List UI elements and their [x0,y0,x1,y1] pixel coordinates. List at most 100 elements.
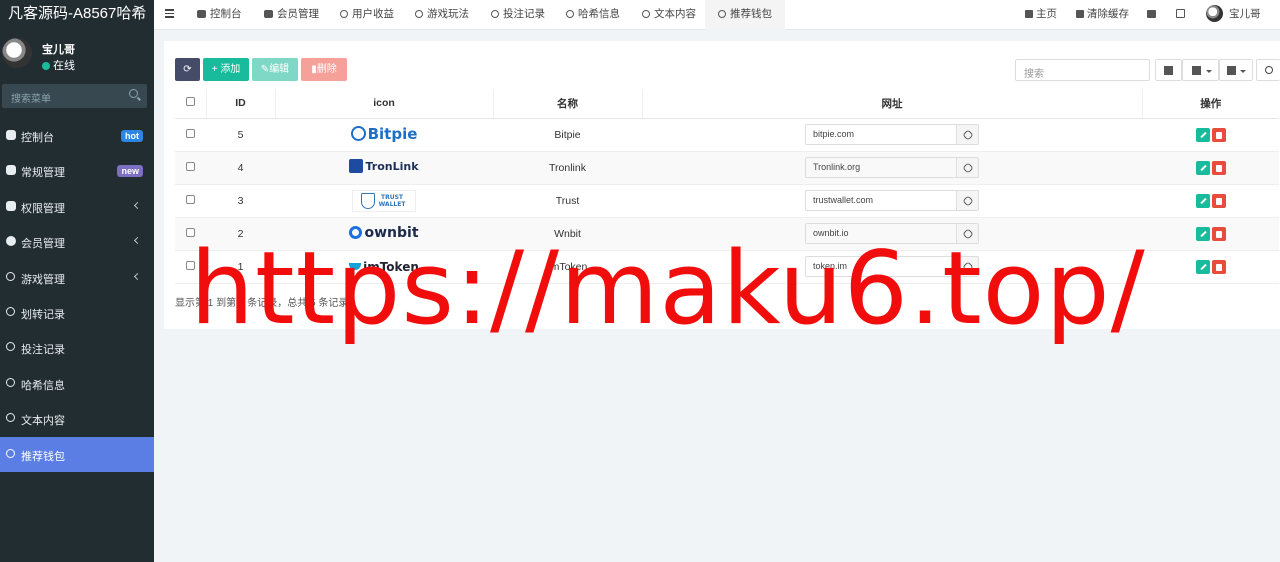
user-panel: 宝儿哥 在线 [0,30,154,76]
refresh-icon: ⟳ [183,64,192,75]
tab-hash-info[interactable]: 哈希信息 [566,0,620,30]
sidebar-item-permissions[interactable]: 权限管理 [0,189,154,224]
clear-cache-link[interactable]: 清除缓存 [1076,0,1129,30]
table-row: 3 TRUST WALLET Trust trustwallet.com [175,184,1279,218]
row-name: Bitpie [493,118,642,152]
row-id: 4 [206,151,275,185]
group-icon [6,200,16,211]
sidebar-item-members[interactable]: 会员管理 [0,224,154,259]
tronlink-logo-icon [349,159,364,173]
column-header-ops: 操作 [1142,89,1279,119]
edit-row-button[interactable] [1195,226,1210,241]
link-icon[interactable] [957,190,979,211]
menu-toggle-icon[interactable] [165,9,174,18]
circle-icon [566,10,574,18]
user-status: 在线 [42,57,75,73]
table-search-input[interactable]: 搜索 [1015,59,1150,81]
fullscreen-icon[interactable] [1176,0,1188,30]
circle-icon [6,413,15,423]
table-row: 5 Bitpie Bitpie bitpie.com [175,118,1279,152]
columns-button[interactable] [1182,59,1219,81]
sidebar-item-text-content[interactable]: 文本内容 [0,401,154,436]
caret-down-icon [1206,70,1212,73]
user-icon [264,10,273,18]
search-button[interactable] [1256,59,1280,81]
tab-dashboard[interactable]: 控制台 [197,0,242,30]
sidebar-item-games[interactable]: 游戏管理 [0,260,154,295]
link-icon[interactable] [957,124,979,145]
export-button[interactable] [1219,59,1253,81]
sidebar-item-wallets[interactable]: 推荐钱包 [0,436,154,472]
circle-icon [491,10,499,18]
delete-row-button[interactable] [1211,160,1226,175]
row-checkbox[interactable] [186,128,195,138]
edit-row-button[interactable] [1195,259,1210,274]
link-icon[interactable] [957,157,979,178]
row-checkbox[interactable] [186,194,195,204]
column-header-name[interactable]: 名称 [493,89,643,119]
top-navbar: 控制台 会员管理 用户收益 游戏玩法 投注记录 哈希信息 文本内容 推荐钱包 主… [154,0,1280,30]
sidebar-item-hash-info[interactable]: 哈希信息 [0,366,154,401]
trash-icon [1076,10,1084,18]
circle-icon [718,10,726,18]
caret-down-icon [1240,70,1246,73]
user-name: 宝儿哥 [42,44,75,56]
online-dot-icon [42,62,50,70]
tab-members[interactable]: 会员管理 [264,0,319,30]
edit-row-button[interactable] [1195,193,1210,208]
user-menu[interactable]: 宝儿哥 [1206,0,1261,30]
sidebar-item-bets[interactable]: 投注记录 [0,330,154,365]
sidebar-item-dashboard[interactable]: 控制台 hot [0,118,154,153]
edit-button[interactable]: ✎编辑 [252,58,298,81]
row-name: Tronlink [493,151,642,185]
refresh-button[interactable]: ⟳ [175,58,200,81]
home-link[interactable]: 主页 [1025,0,1057,30]
row-id: 5 [206,118,275,152]
language-icon[interactable] [1147,0,1159,30]
search-icon[interactable] [129,89,138,98]
circle-icon [6,342,15,352]
sidebar-item-general[interactable]: 常规管理 new [0,153,154,188]
tab-wallets[interactable]: 推荐钱包 [705,0,785,30]
add-button[interactable]: + 添加 [203,58,249,81]
list-icon [1164,66,1173,75]
watermark-text: https://maku6.top/ [190,229,1146,347]
wallet-logo: TronLink [275,151,493,185]
column-header-url[interactable]: 网址 [642,89,1143,119]
row-id: 3 [206,184,275,218]
column-header-id[interactable]: ID [206,89,276,119]
delete-row-button[interactable] [1211,259,1226,274]
select-all-checkbox[interactable] [175,89,207,119]
sidebar-search-input[interactable]: 搜索菜单 [2,84,147,108]
tab-bet-records[interactable]: 投注记录 [491,0,545,30]
column-header-icon[interactable]: icon [275,89,494,119]
url-field[interactable]: Tronlink.org [805,157,957,178]
edit-row-button[interactable] [1195,160,1210,175]
new-badge: new [117,165,143,178]
sidebar-item-transfers[interactable]: 划转记录 [0,295,154,330]
tab-user-earnings[interactable]: 用户收益 [340,0,394,30]
chevron-left-icon [133,201,142,209]
circle-icon [642,10,650,18]
chevron-left-icon [133,237,142,245]
delete-row-button[interactable] [1211,226,1226,241]
wallet-logo: Bitpie [275,118,493,152]
row-checkbox[interactable] [186,161,195,171]
delete-button[interactable]: ▮删除 [301,58,347,81]
edit-row-button[interactable] [1195,127,1210,142]
user-circle-icon [6,236,16,247]
url-field[interactable]: trustwallet.com [805,190,957,211]
circle-icon [6,377,15,387]
hot-badge: hot [121,130,143,142]
app-title[interactable]: 凡客源码-A8567哈希 [0,0,154,30]
url-field[interactable]: bitpie.com [805,124,957,145]
delete-row-button[interactable] [1211,193,1226,208]
avatar [2,38,32,68]
download-icon [1227,66,1236,75]
tab-text-content[interactable]: 文本内容 [642,0,696,30]
toggle-view-button[interactable] [1155,59,1182,81]
tab-gameplay[interactable]: 游戏玩法 [415,0,469,30]
delete-row-button[interactable] [1211,127,1226,142]
chevron-left-icon [133,272,142,280]
circle-icon [6,271,15,281]
